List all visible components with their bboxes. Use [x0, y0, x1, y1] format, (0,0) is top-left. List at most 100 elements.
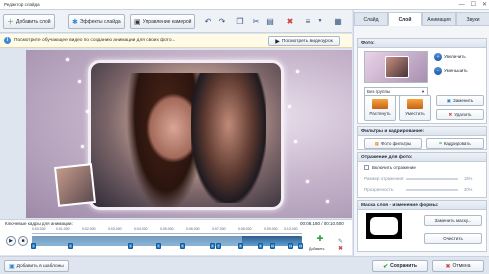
- tab-sounds[interactable]: Звуки: [456, 12, 489, 26]
- sparkle-icon: ✱: [72, 18, 78, 26]
- keyframe-marker[interactable]: 12: [298, 243, 303, 249]
- timeline-ruler: 0:00.000 0:01.000 0:02.000 0:03.000 0:04…: [32, 227, 302, 234]
- keyframe-marker[interactable]: 7: [216, 243, 221, 249]
- window-titlebar: Редактор слайда — ☐ ✕: [0, 0, 489, 10]
- photo-section: Фото: Без группы ▼ ＋ Увеличить − Уменьши…: [357, 38, 487, 124]
- reflection-opacity-row: Прозрачность: 30%: [364, 187, 486, 192]
- redo-icon[interactable]: ↷: [216, 15, 228, 28]
- add-to-templates-label: Добавить в шаблоны: [16, 263, 64, 269]
- cancel-button[interactable]: ✖ Отмена: [432, 260, 484, 272]
- reflection-opacity-label: Прозрачность:: [364, 187, 395, 192]
- template-icon: ▣: [9, 263, 15, 270]
- secondary-photo: [54, 163, 96, 207]
- tips-bar: i Посмотрите обучающее видео по созданию…: [0, 34, 352, 48]
- photo-figure: [191, 73, 266, 203]
- window-controls: — ☐ ✕: [459, 1, 487, 9]
- properties-panel: Слайд Слой Анимация Звуки Фото: Без груп…: [353, 10, 489, 256]
- panel-tabs: Слайд Слой Анимация Звуки: [354, 12, 489, 26]
- keyframe-marker[interactable]: 2: [68, 243, 73, 249]
- tick-label: 0:03.000: [108, 227, 122, 231]
- slide-effects-button[interactable]: ✱ Эффекты слайда: [68, 14, 125, 29]
- reflection-size-slider[interactable]: [406, 178, 458, 180]
- keyframe-marker[interactable]: 10: [270, 243, 275, 249]
- fit-icon: [407, 99, 423, 109]
- watch-video-button[interactable]: ▶ Посмотреть видеоурок: [268, 36, 340, 46]
- enable-reflection-checkbox[interactable]: Включить отражение: [364, 165, 416, 170]
- camera-control-button[interactable]: ▣ Управление камерой: [130, 14, 196, 29]
- save-label: Сохранить: [390, 263, 417, 269]
- replace-label: Заменить: [453, 98, 474, 103]
- keyframe-marker[interactable]: 6: [210, 243, 215, 249]
- replace-icon: ▣: [446, 97, 452, 103]
- tick-label: 0:00.000: [32, 227, 46, 231]
- paste-icon[interactable]: ▤: [264, 15, 276, 28]
- keyframe-marker[interactable]: 3: [128, 243, 133, 249]
- copy-icon[interactable]: ❐: [234, 15, 246, 28]
- zoom-out-button[interactable]: − Уменьшить: [434, 66, 468, 75]
- layer-order-icon[interactable]: ≡: [302, 15, 314, 28]
- chevron-down-icon[interactable]: ▼: [314, 15, 326, 28]
- close-button[interactable]: ✕: [482, 1, 487, 9]
- keyframe-marker[interactable]: 8: [238, 243, 243, 249]
- add-layer-button[interactable]: ＋ Добавить слой: [3, 14, 55, 29]
- stop-button[interactable]: ■: [18, 236, 28, 246]
- play-button[interactable]: ▶: [6, 236, 16, 246]
- info-icon: i: [4, 37, 11, 44]
- pearl-decoration: [86, 110, 89, 113]
- fit-button[interactable]: Уместить: [399, 95, 431, 121]
- zoom-in-button[interactable]: ＋ Увеличить: [434, 52, 466, 61]
- pearl-decoration: [81, 145, 84, 148]
- checkbox[interactable]: [364, 165, 369, 170]
- plus-icon: ＋: [7, 18, 14, 26]
- check-icon: ✔: [383, 263, 389, 270]
- save-button[interactable]: ✔ Сохранить: [372, 260, 428, 272]
- reflection-size-value: 15%: [464, 176, 473, 181]
- tab-animation[interactable]: Анимация: [422, 12, 456, 26]
- keyframe-marker[interactable]: 4: [156, 243, 161, 249]
- undo-icon[interactable]: ↶: [202, 15, 214, 28]
- keyframe-marker[interactable]: 9: [258, 243, 263, 249]
- add-keyframe-icon[interactable]: ✚: [311, 234, 329, 248]
- zoom-in-icon: ＋: [434, 52, 442, 61]
- pearl-decoration: [288, 105, 291, 108]
- reflection-section-header: Отражение для фото:: [358, 153, 486, 162]
- minimize-button[interactable]: —: [459, 1, 465, 9]
- tick-label: 0:10.000: [284, 227, 298, 231]
- stretch-icon: [372, 99, 388, 109]
- toolbar: ＋ Добавить слой ✱ Эффекты слайда ▣ Управ…: [0, 10, 352, 33]
- zoom-out-icon: −: [434, 66, 442, 75]
- reflection-opacity-slider[interactable]: [406, 189, 458, 191]
- tab-slide[interactable]: Слайд: [354, 12, 388, 26]
- edit-icon[interactable]: ✎: [338, 238, 348, 245]
- crop-button[interactable]: ⌗ Кадрировать: [426, 138, 484, 149]
- photo-layer[interactable]: [88, 60, 284, 210]
- arrange-icon[interactable]: ▦: [332, 15, 344, 28]
- tab-layer[interactable]: Слой: [388, 12, 422, 26]
- replace-button[interactable]: ▣ Заменить: [436, 95, 484, 106]
- photo-thumbnail[interactable]: [364, 51, 428, 83]
- pearl-decoration: [66, 58, 69, 61]
- delete-icon[interactable]: ✖: [284, 15, 296, 28]
- thumbnail-image: [385, 56, 409, 78]
- stretch-button[interactable]: Растянуть: [364, 95, 396, 121]
- zoom-out-label: Уменьшить: [444, 68, 468, 73]
- clear-mask-button[interactable]: Очистить: [424, 233, 482, 244]
- change-mask-button[interactable]: Заменить маску...: [424, 215, 482, 226]
- slide-preview[interactable]: [26, 50, 352, 218]
- window-title: Редактор слайда: [4, 2, 40, 7]
- mask-section-header: Маска слоя - изменение формы:: [358, 201, 486, 210]
- remove-keyframe-icon[interactable]: ✖: [338, 245, 348, 252]
- keyframe-marker[interactable]: 5: [180, 243, 185, 249]
- keyframe-marker[interactable]: 1: [31, 243, 36, 249]
- photo-filters-button[interactable]: ▦ Фото фильтры: [364, 138, 422, 149]
- delete-label: Удалить: [454, 112, 472, 117]
- close-icon: ✖: [448, 111, 453, 117]
- add-to-templates-button[interactable]: ▣ Добавить в шаблоны: [4, 260, 69, 272]
- mask-thumbnail[interactable]: [366, 213, 402, 239]
- group-select-value: Без группы: [367, 89, 391, 94]
- cut-icon[interactable]: ✂: [250, 15, 262, 28]
- keyframe-marker[interactable]: 11: [288, 243, 293, 249]
- delete-button[interactable]: ✖ Удалить: [436, 109, 484, 120]
- tick-label: 0:01.000: [56, 227, 70, 231]
- maximize-button[interactable]: ☐: [471, 1, 476, 9]
